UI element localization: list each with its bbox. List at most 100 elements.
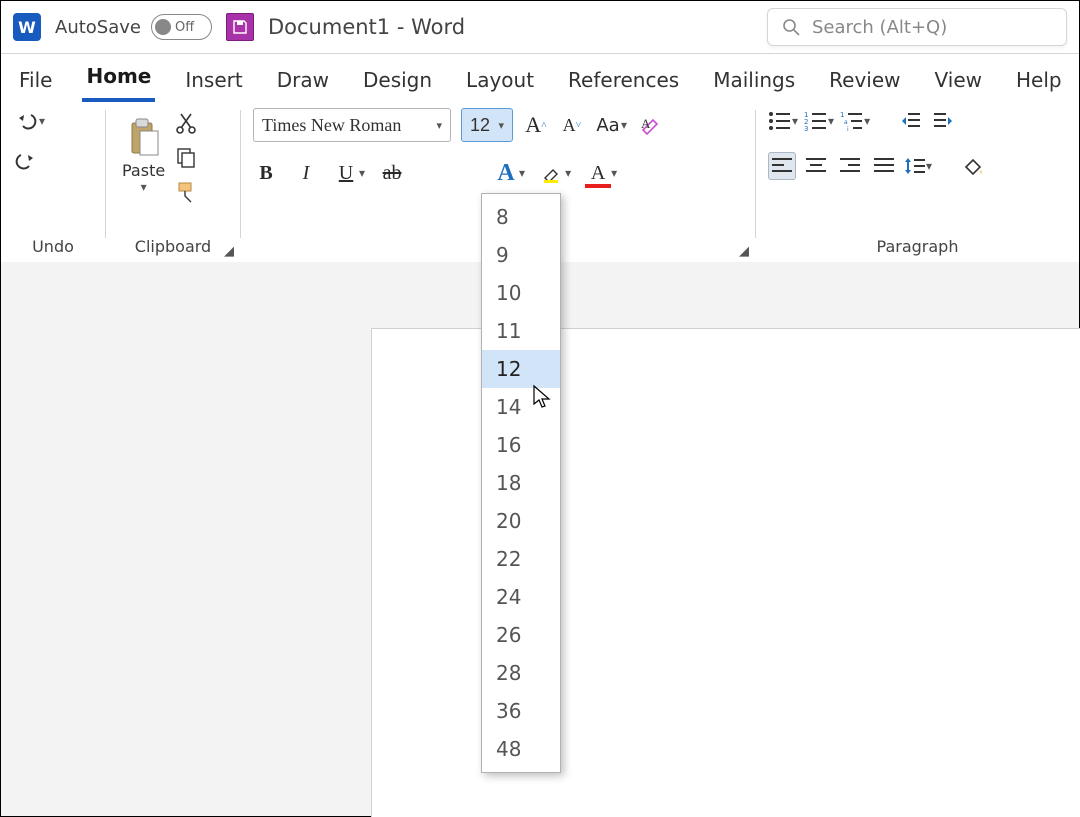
font-size-combo[interactable]: 12 ▾ <box>461 108 513 142</box>
tab-help[interactable]: Help <box>1012 60 1066 102</box>
svg-text:A: A <box>641 116 651 131</box>
chevron-down-icon: ▾ <box>141 180 147 194</box>
search-placeholder: Search (Alt+Q) <box>812 17 947 38</box>
multilevel-list-button[interactable]: 1ai▾ <box>840 110 870 132</box>
tab-draw[interactable]: Draw <box>273 60 333 102</box>
paste-button[interactable]: Paste ▾ <box>118 108 169 202</box>
strikethrough-button[interactable]: ab <box>379 160 405 186</box>
font-size-option[interactable]: 18 <box>482 464 560 502</box>
group-clipboard: Paste ▾ Clipboard ◢ <box>106 102 240 262</box>
align-right-icon <box>840 157 860 175</box>
font-color-button[interactable]: A▾ <box>585 160 617 186</box>
font-size-option[interactable]: 48 <box>482 730 560 768</box>
shrink-font-button[interactable]: A˅ <box>559 112 585 138</box>
justify-button[interactable] <box>870 152 898 180</box>
word-app-icon: W <box>13 13 41 41</box>
font-name-value: Times New Roman <box>262 115 401 136</box>
numbering-button[interactable]: 123▾ <box>804 110 834 132</box>
tab-insert[interactable]: Insert <box>181 60 246 102</box>
copy-icon[interactable] <box>175 146 197 168</box>
bold-button[interactable]: B <box>253 160 279 186</box>
multilevel-list-icon: 1ai <box>840 110 864 132</box>
undo-icon <box>13 108 39 134</box>
paint-bucket-icon <box>962 155 984 177</box>
format-painter-icon[interactable] <box>175 180 197 202</box>
line-spacing-button[interactable]: ▾ <box>904 155 932 177</box>
font-size-option[interactable]: 22 <box>482 540 560 578</box>
align-center-icon <box>806 157 826 175</box>
font-size-option[interactable]: 16 <box>482 426 560 464</box>
font-size-value: 12 <box>470 115 490 136</box>
tab-references[interactable]: References <box>564 60 683 102</box>
eraser-icon: A <box>639 114 661 136</box>
tab-design[interactable]: Design <box>359 60 436 102</box>
align-left-icon <box>772 157 792 175</box>
cut-icon[interactable] <box>175 112 197 134</box>
bullet-list-icon <box>768 110 792 132</box>
tab-layout[interactable]: Layout <box>462 60 538 102</box>
shading-button[interactable] <box>960 153 986 179</box>
group-label-clipboard: Clipboard <box>118 237 228 258</box>
search-icon <box>782 18 800 36</box>
font-size-option[interactable]: 12 <box>482 350 560 388</box>
chevron-down-icon: ▾ <box>498 119 504 132</box>
font-size-option[interactable]: 9 <box>482 236 560 274</box>
tab-file[interactable]: File <box>15 60 56 102</box>
dialog-launcher-icon[interactable]: ◢ <box>739 244 749 259</box>
group-undo: ▾ Undo <box>1 102 105 262</box>
save-icon[interactable] <box>226 13 254 41</box>
justify-icon <box>874 157 894 175</box>
paste-label: Paste <box>122 161 165 180</box>
toggle-switch[interactable]: Off <box>151 14 212 40</box>
decrease-indent-button[interactable] <box>898 108 924 134</box>
grow-font-button[interactable]: A˄ <box>523 112 549 138</box>
tab-mailings[interactable]: Mailings <box>709 60 799 102</box>
font-size-option[interactable]: 8 <box>482 198 560 236</box>
group-label-paragraph: Paragraph <box>768 237 1067 258</box>
chevron-down-icon: ▾ <box>436 119 442 132</box>
search-box[interactable]: Search (Alt+Q) <box>767 8 1067 46</box>
group-label-undo: Undo <box>13 237 93 258</box>
align-center-button[interactable] <box>802 152 830 180</box>
italic-button[interactable]: I <box>293 160 319 186</box>
autosave-toggle[interactable]: AutoSave Off <box>55 14 212 40</box>
group-paragraph: ▾ 123▾ 1ai▾ ▾ Paragraph <box>756 102 1079 262</box>
svg-text:3: 3 <box>804 125 808 133</box>
tab-view[interactable]: View <box>931 60 986 102</box>
align-right-button[interactable] <box>836 152 864 180</box>
document-page[interactable] <box>371 328 1080 817</box>
indent-icon <box>932 110 954 132</box>
highlight-button[interactable]: ▾ <box>539 160 571 186</box>
svg-text:1: 1 <box>840 111 844 119</box>
redo-button[interactable] <box>13 148 93 178</box>
font-size-option[interactable]: 26 <box>482 616 560 654</box>
outdent-icon <box>900 110 922 132</box>
font-size-option[interactable]: 36 <box>482 692 560 730</box>
redo-icon <box>13 148 39 174</box>
text-effects-button[interactable]: A▾ <box>493 160 525 186</box>
underline-button[interactable]: U▾ <box>333 160 365 186</box>
numbered-list-icon: 123 <box>804 110 828 132</box>
undo-button[interactable]: ▾ <box>13 108 45 134</box>
change-case-button[interactable]: Aa▾ <box>595 112 627 138</box>
tab-home[interactable]: Home <box>82 56 155 102</box>
align-left-button[interactable] <box>768 152 796 180</box>
svg-text:a: a <box>844 119 848 126</box>
font-name-combo[interactable]: Times New Roman ▾ <box>253 108 451 142</box>
increase-indent-button[interactable] <box>930 108 956 134</box>
font-size-option[interactable]: 24 <box>482 578 560 616</box>
dialog-launcher-icon[interactable]: ◢ <box>224 244 234 259</box>
document-title: Document1 - Word <box>268 15 465 39</box>
font-size-option[interactable]: 14 <box>482 388 560 426</box>
font-size-option[interactable]: 10 <box>482 274 560 312</box>
ribbon-tabs: File Home Insert Draw Design Layout Refe… <box>1 54 1079 102</box>
line-spacing-icon <box>904 155 926 177</box>
font-size-dropdown[interactable]: 8 9 10 11 12 14 16 18 20 22 24 26 28 36 … <box>481 193 561 773</box>
tab-review[interactable]: Review <box>825 60 904 102</box>
font-size-option[interactable]: 11 <box>482 312 560 350</box>
font-size-option[interactable]: 28 <box>482 654 560 692</box>
bullets-button[interactable]: ▾ <box>768 110 798 132</box>
titlebar: W AutoSave Off Document1 - Word Search (… <box>1 1 1079 54</box>
clear-formatting-button[interactable]: A <box>637 112 663 138</box>
font-size-option[interactable]: 20 <box>482 502 560 540</box>
